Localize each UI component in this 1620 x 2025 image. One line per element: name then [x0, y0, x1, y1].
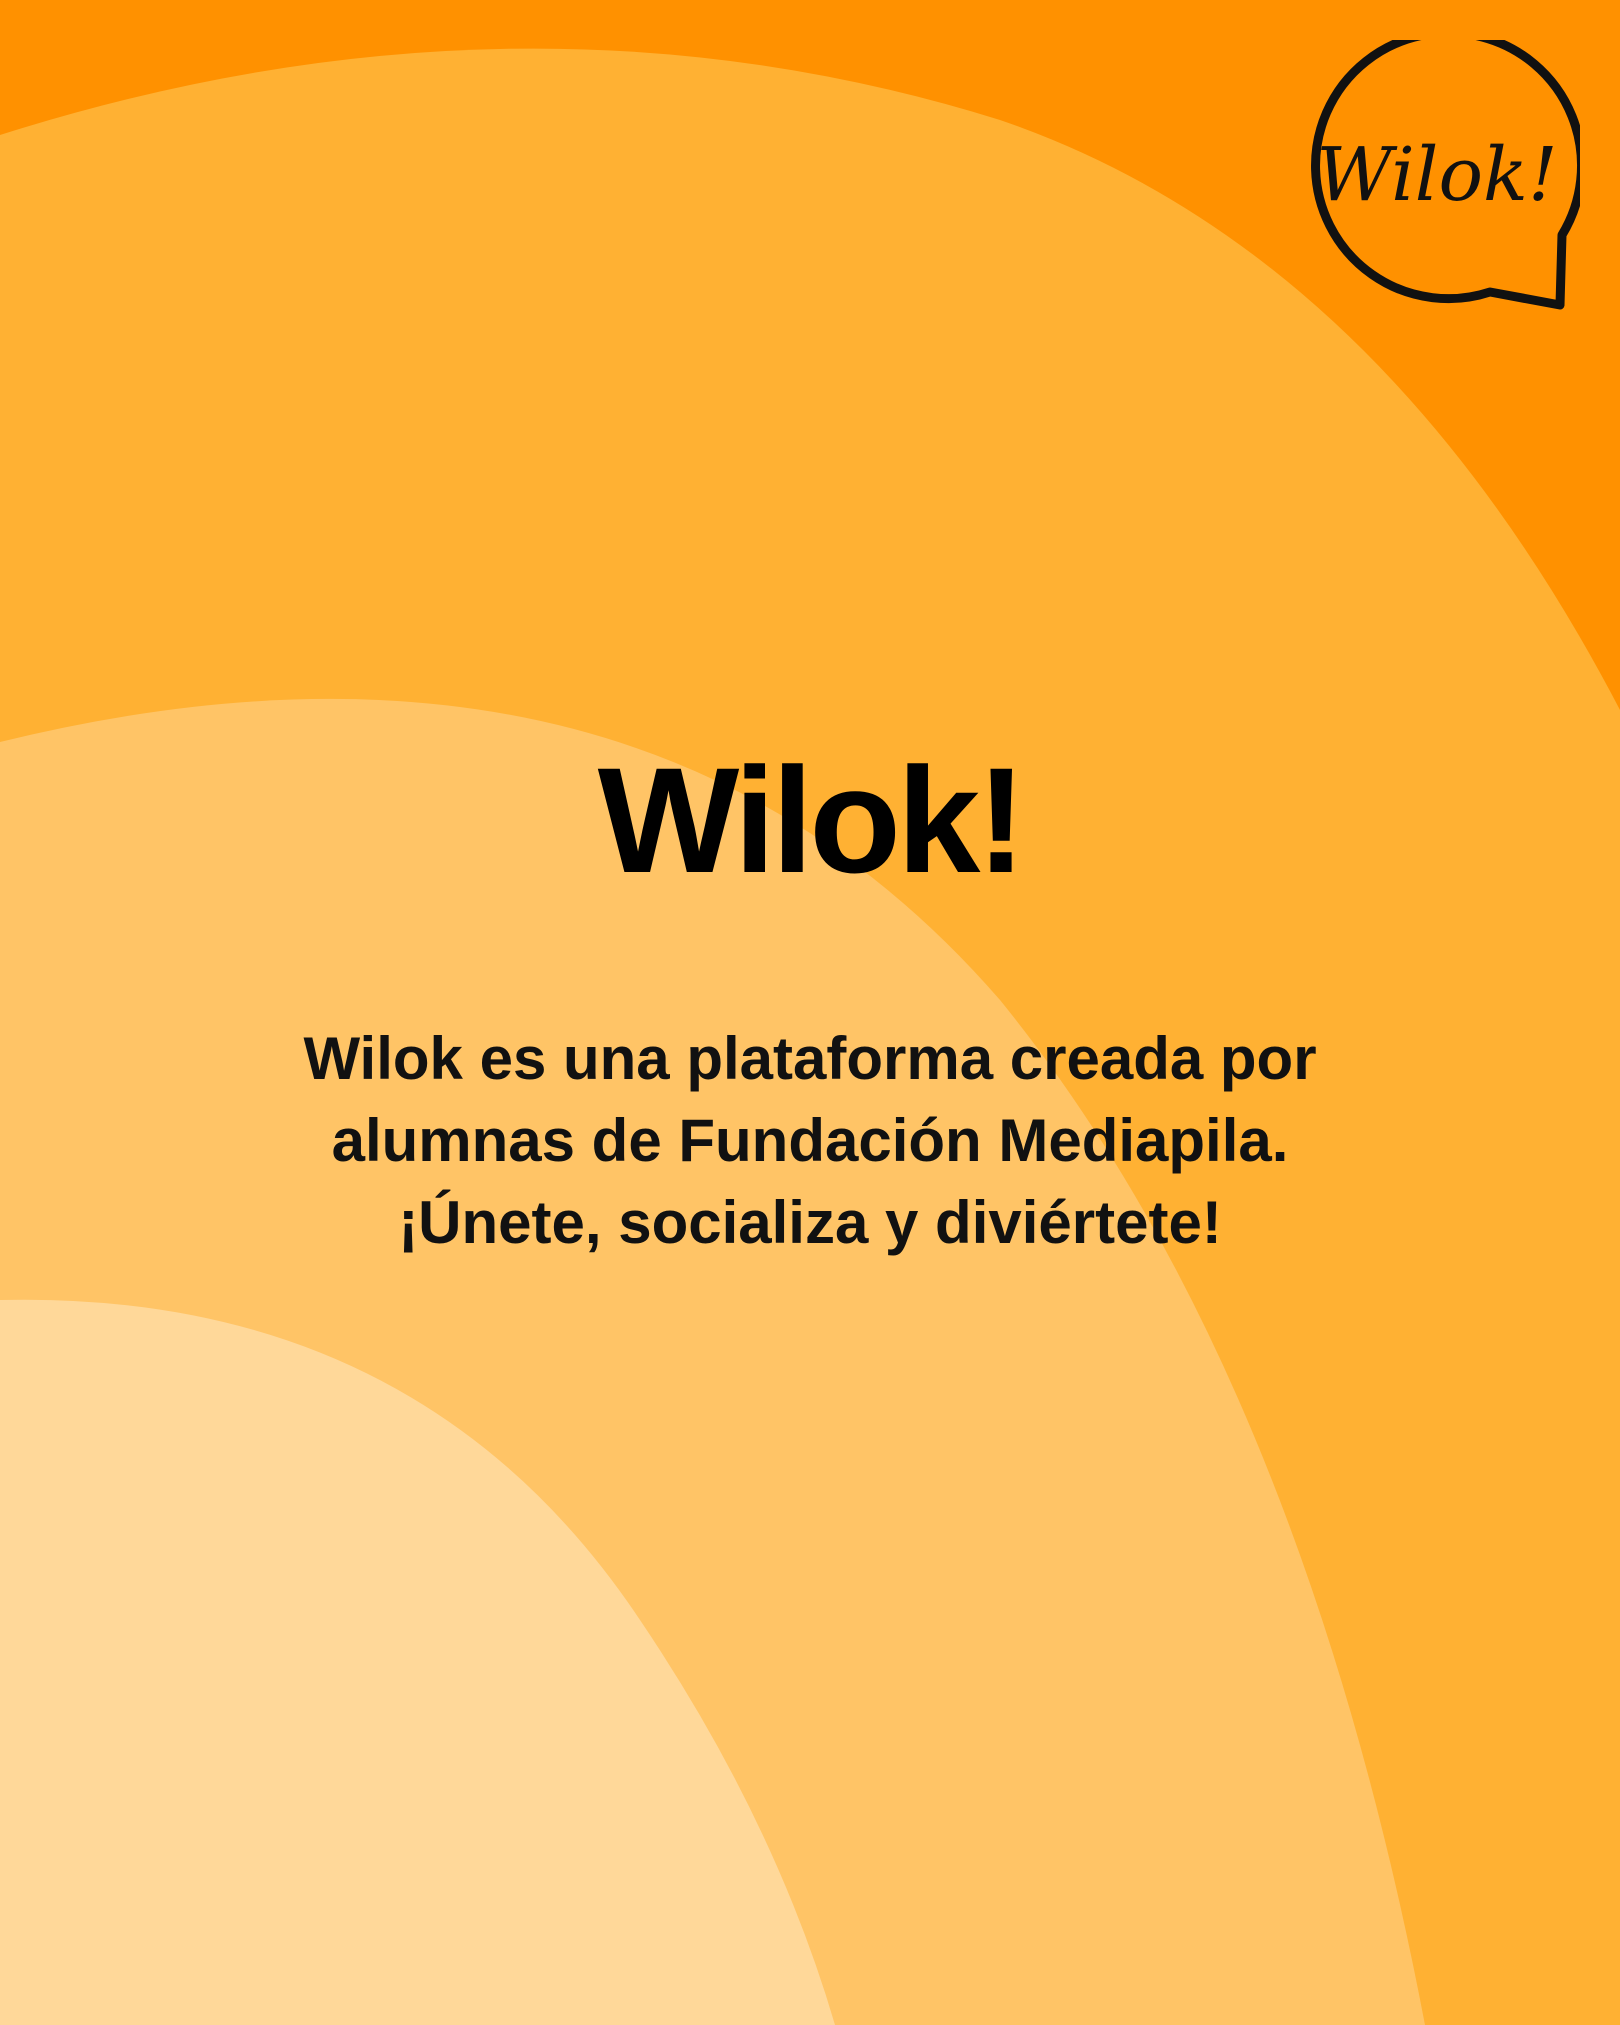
- page-title: Wilok!: [597, 736, 1027, 904]
- description-line-2: alumnas de Fundación Mediapila.: [331, 1107, 1289, 1174]
- logo-wordmark: Wilok!: [1316, 132, 1557, 218]
- speech-bubble-icon: Wilok!: [1311, 40, 1580, 310]
- wilok-logo: Wilok!: [1290, 40, 1580, 320]
- description-line-1: Wilok es una plataforma creada por: [303, 1025, 1317, 1092]
- description: Wilok es una plataforma creada por alumn…: [160, 1018, 1460, 1264]
- description-line-3: ¡Únete, socializa y diviértete!: [398, 1189, 1222, 1256]
